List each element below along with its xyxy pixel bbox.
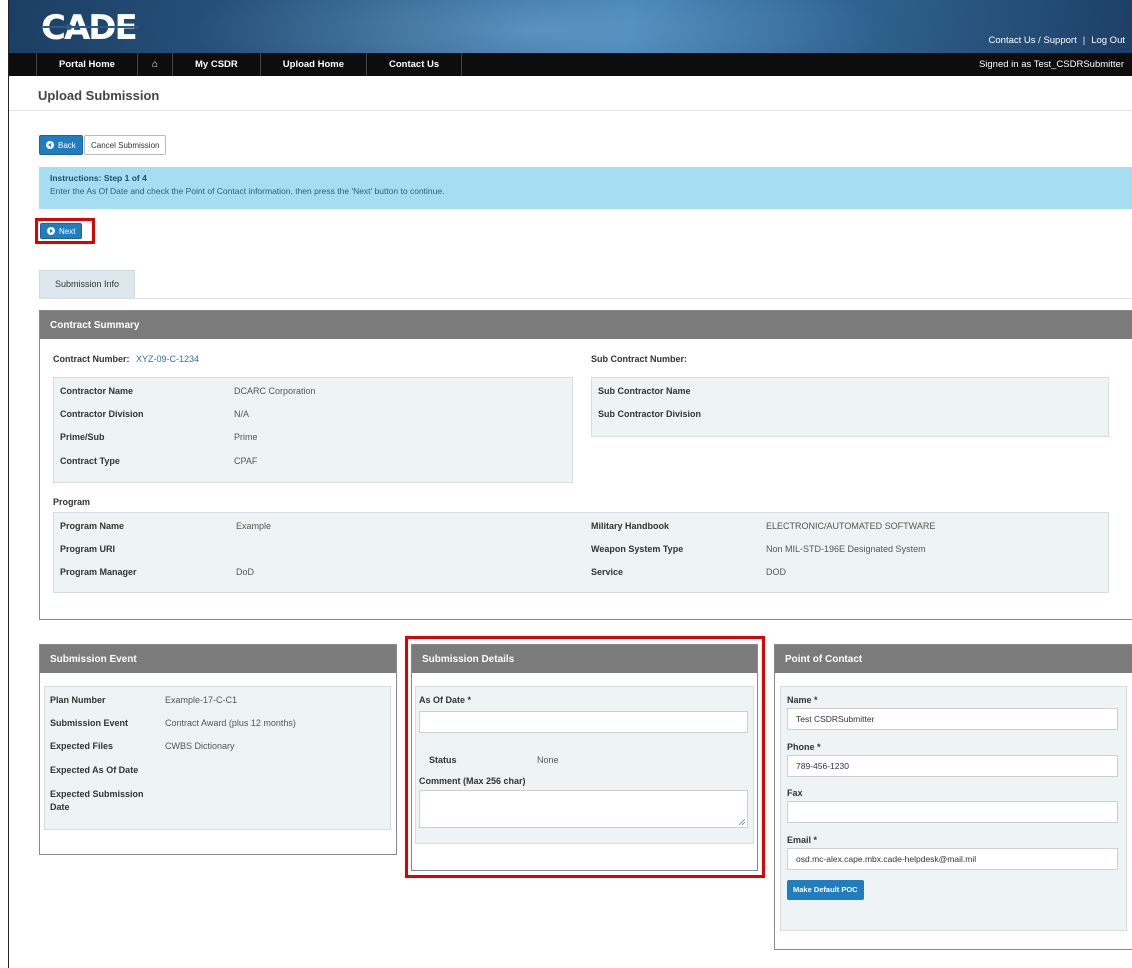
top-links: Contact Us / Support | Log Out (989, 35, 1125, 46)
arrow-left-icon (46, 141, 54, 149)
logout-link[interactable]: Log Out (1091, 35, 1125, 46)
header-banner: CADE Contact Us / Support | Log Out (9, 0, 1132, 53)
contact-support-link[interactable]: Contact Us / Support (989, 35, 1077, 46)
point-of-contact-header: Point of Contact (775, 645, 1132, 673)
program-name-label: Program Name (60, 521, 125, 531)
contract-type-value: CPAF (234, 456, 258, 466)
weapon-system-type-value: Non MIL-STD-196E Designated System (766, 544, 926, 554)
instructions-box: Instructions: Step 1 of 4 Enter the As O… (39, 167, 1132, 209)
sub-contract-number-label: Sub Contract Number: (591, 354, 688, 364)
submission-event-label: Submission Event (50, 718, 129, 728)
submission-event-header: Submission Event (40, 645, 396, 673)
program-manager-value: DoD (236, 567, 255, 577)
signed-in-status: Signed in as Test_CSDRSubmitter (978, 59, 1124, 70)
submission-event-value: Contract Award (plus 12 months) (165, 718, 296, 728)
home-icon[interactable]: ⌂ (138, 53, 174, 76)
program-details: Program Name Example Program URI Program… (53, 512, 1109, 593)
expected-submission-date-label: Expected Submission Date (50, 789, 144, 812)
submission-event-panel: Submission Event Plan Number Example-17-… (39, 644, 397, 855)
poc-fax-input[interactable] (787, 801, 1118, 823)
contract-summary-header: Contract Summary (40, 311, 1132, 339)
as-of-date-label: As Of Date * (419, 695, 472, 705)
expected-as-of-date-label: Expected As Of Date (50, 765, 139, 775)
point-of-contact-form: Name * Test CSDRSubmitter Phone * 789-45… (780, 686, 1127, 931)
military-handbook-value: ELECTRONIC/AUTOMATED SOFTWARE (766, 521, 936, 531)
cancel-submission-button[interactable]: Cancel Submission (84, 135, 167, 155)
poc-phone-input[interactable]: 789-456-1230 (787, 755, 1118, 777)
poc-email-label: Email * (787, 835, 818, 845)
expected-files-label: Expected Files (50, 741, 114, 751)
service-label: Service (591, 567, 624, 577)
tab-submission-info[interactable]: Submission Info (39, 270, 135, 298)
weapon-system-type-label: Weapon System Type (591, 544, 684, 554)
comment-textarea[interactable] (419, 790, 748, 828)
status-label: Status (429, 755, 457, 765)
back-button[interactable]: Back (39, 135, 83, 155)
status-value: None (537, 755, 559, 765)
link-separator: | (1082, 35, 1086, 46)
arrow-right-icon (47, 227, 55, 235)
make-default-poc-button[interactable]: Make Default POC (787, 880, 864, 900)
contract-number-label: Contract Number: (53, 354, 130, 364)
service-value: DOD (766, 567, 786, 577)
main-nav: Portal Home ⌂ My CSDR Upload Home Contac… (9, 53, 1132, 76)
poc-fax-label: Fax (787, 788, 803, 798)
subcontractor-details: Sub Contractor Name Sub Contractor Divis… (591, 377, 1109, 437)
cade-logo[interactable]: CADE (39, 9, 143, 45)
contractor-details: Contractor Name DCARC Corporation Contra… (53, 377, 573, 483)
nav-contact-us[interactable]: Contact Us (367, 53, 463, 76)
submission-details-panel: Submission Details As Of Date * Status N… (411, 644, 758, 871)
plan-number-value: Example-17-C-C1 (165, 695, 238, 705)
poc-email-input[interactable]: osd.mc-alex.cape.mbx.cade-helpdesk@mail.… (787, 848, 1118, 870)
contractor-division-value: N/A (234, 409, 250, 419)
sub-contractor-division-label: Sub Contractor Division (598, 409, 702, 419)
nav-my-csdr[interactable]: My CSDR (173, 53, 261, 76)
program-name-value: Example (236, 521, 272, 531)
contractor-division-label: Contractor Division (60, 409, 144, 419)
submission-details-header: Submission Details (412, 645, 757, 673)
prime-sub-label: Prime/Sub (60, 432, 105, 442)
program-manager-label: Program Manager (60, 567, 137, 577)
divider (9, 110, 1132, 111)
contractor-name-value: DCARC Corporation (234, 386, 316, 396)
program-label: Program (53, 497, 91, 507)
program-uri-label: Program URI (60, 544, 116, 554)
next-button[interactable]: Next (40, 223, 83, 239)
expected-files-value: CWBS Dictionary (165, 741, 235, 751)
nav-upload-home[interactable]: Upload Home (261, 53, 368, 76)
contractor-name-label: Contractor Name (60, 386, 134, 396)
instructions-text: Enter the As Of Date and check the Point… (50, 186, 445, 196)
poc-phone-label: Phone * (787, 742, 821, 752)
poc-name-input[interactable]: Test CSDRSubmitter (787, 708, 1118, 730)
as-of-date-input[interactable] (419, 711, 748, 733)
resize-grip-icon[interactable] (739, 819, 745, 825)
page-frame: CADE Contact Us / Support | Log Out Port… (8, 0, 1132, 968)
plan-number-label: Plan Number (50, 695, 106, 705)
next-highlight: Next (35, 218, 95, 244)
point-of-contact-panel: Point of Contact Name * Test CSDRSubmitt… (774, 644, 1132, 950)
page-title: Upload Submission (38, 88, 160, 103)
comment-label: Comment (Max 256 char) (419, 776, 526, 786)
poc-name-label: Name * (787, 695, 818, 705)
submission-event-details: Plan Number Example-17-C-C1 Submission E… (44, 686, 391, 830)
military-handbook-label: Military Handbook (591, 521, 670, 531)
prime-sub-value: Prime (234, 432, 258, 442)
instructions-title: Instructions: Step 1 of 4 (50, 173, 147, 183)
tab-divider (39, 298, 1132, 299)
nav-portal-home[interactable]: Portal Home (36, 53, 138, 76)
sub-contractor-name-label: Sub Contractor Name (598, 386, 691, 396)
contract-number-link[interactable]: XYZ-09-C-1234 (136, 354, 199, 364)
contract-summary-panel: Contract Summary Contract Number: XYZ-09… (39, 310, 1132, 620)
submission-details-form: As Of Date * Status None Comment (Max 25… (415, 686, 754, 844)
contract-type-label: Contract Type (60, 456, 120, 466)
